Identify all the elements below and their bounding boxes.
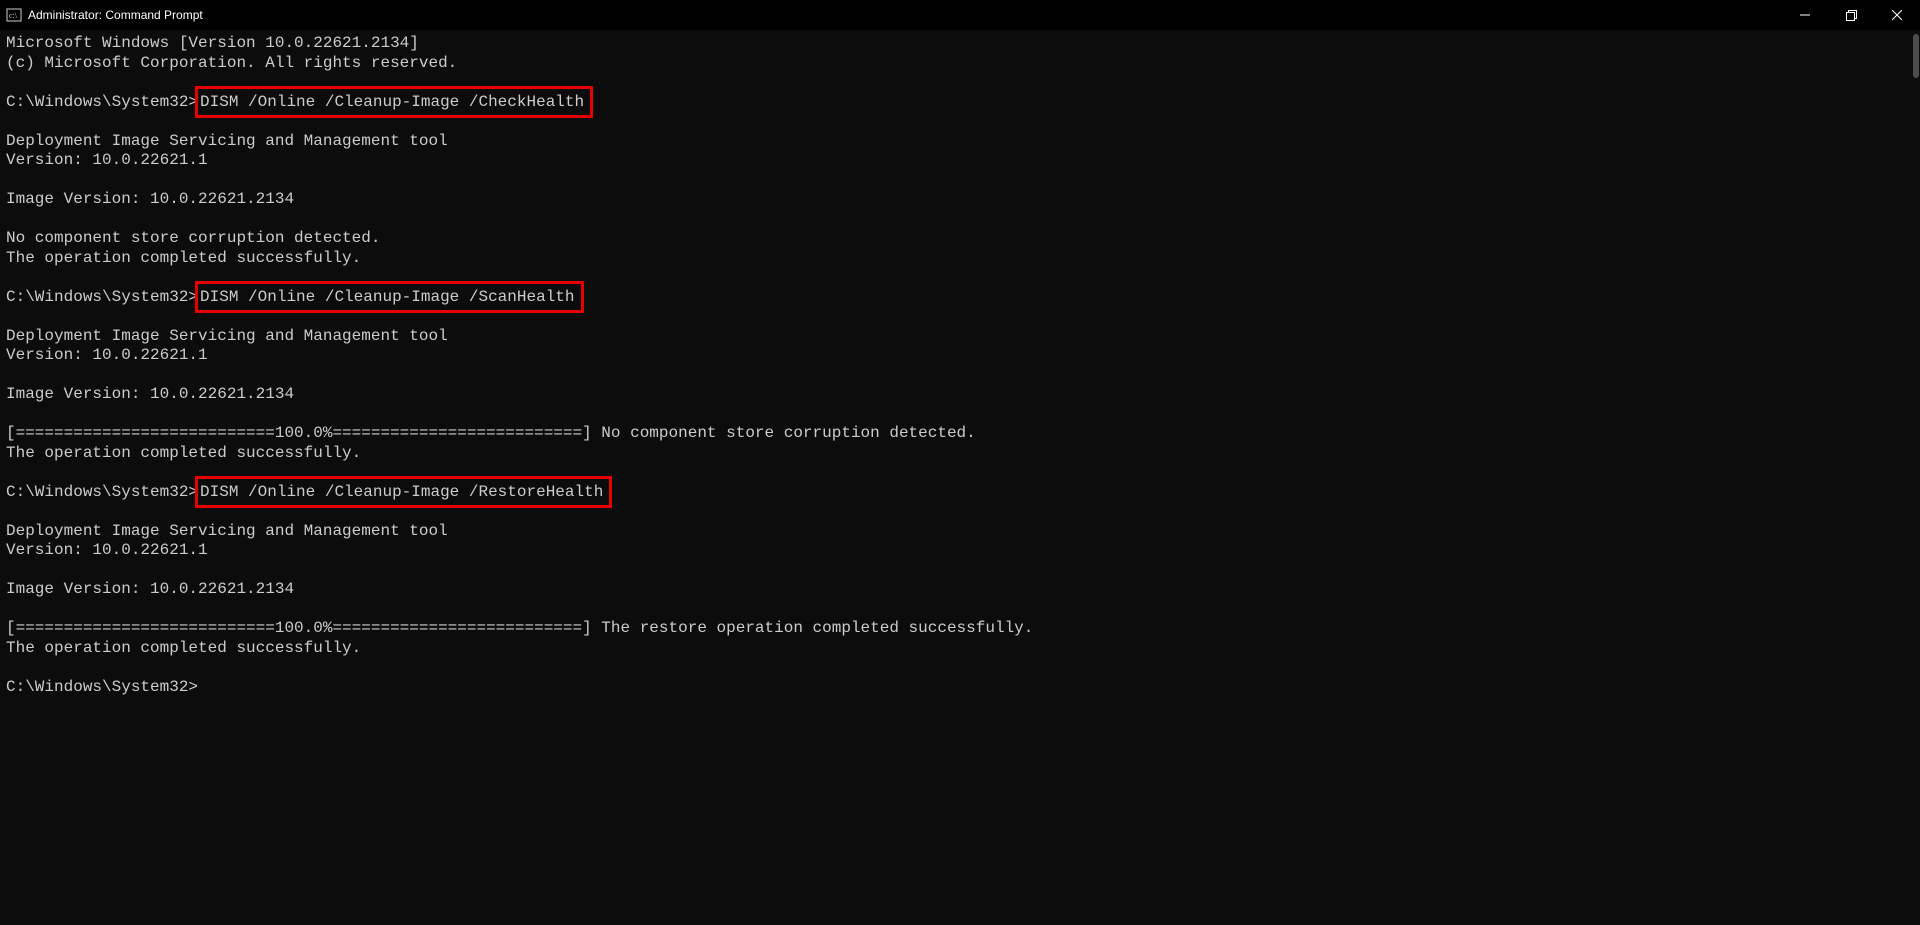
terminal-output: Version: 10.0.22621.1 [6, 151, 1914, 171]
highlighted-command: DISM /Online /Cleanup-Image /CheckHealth [195, 86, 593, 118]
terminal-output: Image Version: 10.0.22621.2134 [6, 190, 1914, 210]
terminal-output [6, 366, 1914, 386]
terminal-output: [===========================100.0%======… [6, 424, 1914, 444]
title-left: c:\ Administrator: Command Prompt [0, 7, 203, 23]
terminal-output: Microsoft Windows [Version 10.0.22621.21… [6, 34, 1914, 54]
command-line: C:\Windows\System32>DISM /Online /Cleanu… [6, 93, 1914, 113]
prompt: C:\Windows\System32> [6, 93, 198, 111]
terminal-output: Image Version: 10.0.22621.2134 [6, 580, 1914, 600]
command-line: C:\Windows\System32> [6, 678, 1914, 698]
terminal-output: Deployment Image Servicing and Managemen… [6, 522, 1914, 542]
cmd-icon: c:\ [6, 7, 22, 23]
terminal-output: Version: 10.0.22621.1 [6, 346, 1914, 366]
terminal-output: No component store corruption detected. [6, 229, 1914, 249]
highlighted-command: DISM /Online /Cleanup-Image /ScanHealth [195, 281, 583, 313]
title-bar: c:\ Administrator: Command Prompt [0, 0, 1920, 30]
svg-text:c:\: c:\ [9, 11, 18, 20]
terminal-output: Image Version: 10.0.22621.2134 [6, 385, 1914, 405]
terminal-output [6, 210, 1914, 230]
window-controls [1782, 0, 1920, 30]
terminal-output: (c) Microsoft Corporation. All rights re… [6, 54, 1914, 74]
window-title: Administrator: Command Prompt [28, 8, 203, 22]
scrollbar-thumb[interactable] [1913, 34, 1919, 78]
prompt: C:\Windows\System32> [6, 483, 198, 501]
close-button[interactable] [1874, 0, 1920, 30]
terminal-output [6, 600, 1914, 620]
terminal-output: The operation completed successfully. [6, 639, 1914, 659]
command-line: C:\Windows\System32>DISM /Online /Cleanu… [6, 288, 1914, 308]
terminal-output [6, 171, 1914, 191]
highlighted-command: DISM /Online /Cleanup-Image /RestoreHeal… [195, 476, 612, 508]
maximize-button[interactable] [1828, 0, 1874, 30]
terminal-output [6, 561, 1914, 581]
terminal-output: [===========================100.0%======… [6, 619, 1914, 639]
terminal-output: Version: 10.0.22621.1 [6, 541, 1914, 561]
command-line: C:\Windows\System32>DISM /Online /Cleanu… [6, 483, 1914, 503]
terminal-output [6, 658, 1914, 678]
terminal-body[interactable]: Microsoft Windows [Version 10.0.22621.21… [0, 30, 1920, 925]
prompt: C:\Windows\System32> [6, 288, 198, 306]
scrollbar-track[interactable] [1908, 30, 1920, 925]
terminal-output: Deployment Image Servicing and Managemen… [6, 132, 1914, 152]
terminal-output: Deployment Image Servicing and Managemen… [6, 327, 1914, 347]
prompt: C:\Windows\System32> [6, 678, 198, 696]
terminal-output: The operation completed successfully. [6, 249, 1914, 269]
minimize-button[interactable] [1782, 0, 1828, 30]
terminal-output [6, 405, 1914, 425]
terminal-output: The operation completed successfully. [6, 444, 1914, 464]
